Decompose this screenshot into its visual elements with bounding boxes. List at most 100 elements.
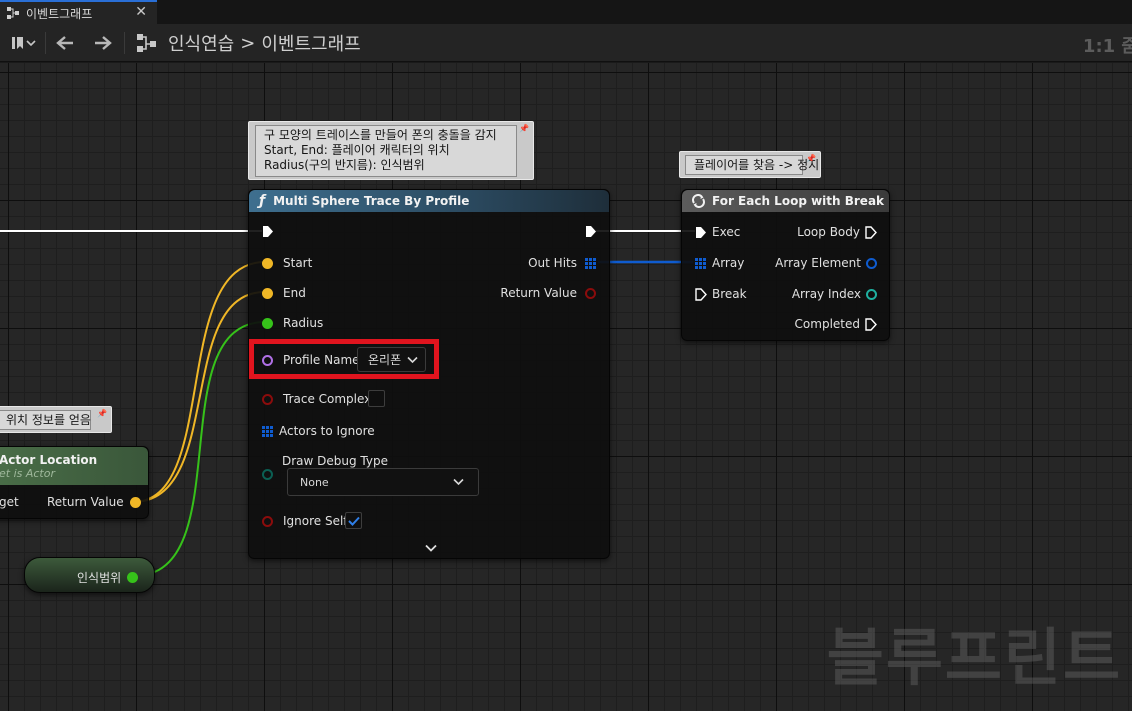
boolean-pin-icon[interactable] [585, 287, 596, 299]
close-icon[interactable]: ✕ [135, 4, 147, 20]
blueprint-watermark: 블루프린트 [826, 621, 1122, 694]
comment-line: 구 모양의 트레이스를 만들어 폰의 충돌을 감지 [264, 128, 497, 142]
pin-array[interactable]: Array [695, 256, 744, 270]
comment-line: Radius(구의 반지름): 인식범위 [264, 158, 425, 172]
array-pin-icon[interactable] [695, 257, 706, 269]
pin-label: Return Value [47, 495, 124, 509]
pin-icon[interactable]: 📌 [806, 154, 816, 163]
exec-out-pin-icon[interactable] [865, 317, 877, 331]
pin-ignore-self[interactable]: Ignore Self [262, 514, 348, 528]
vector-pin-icon[interactable] [262, 257, 273, 269]
boolean-pin-icon[interactable] [262, 393, 273, 405]
comment-loop[interactable]: 플레이어를 찾음 -> 정지 📌 [679, 151, 821, 178]
node-title: For Each Loop with Break [712, 194, 885, 208]
node-title: Actor Location [0, 452, 98, 467]
pin-trace-complex[interactable]: Trace Complex [262, 392, 371, 406]
pin-label: Exec [712, 225, 741, 239]
node-title: Multi Sphere Trace By Profile [273, 194, 470, 208]
integer-pin-icon[interactable] [866, 288, 877, 300]
float-pin-icon[interactable] [127, 572, 139, 583]
pin-label: End [283, 286, 306, 300]
breadcrumb: 인식연습 > 이벤트그래프 [136, 31, 361, 55]
pin-target[interactable]: get [0, 495, 19, 509]
pin-return-value[interactable]: Return Value [500, 286, 596, 300]
pin-icon[interactable]: 📌 [519, 124, 529, 133]
breadcrumb-item-graph[interactable]: 이벤트그래프 [261, 30, 360, 56]
pin-end[interactable]: End [262, 286, 306, 300]
zoom-level: 1:1 줌 [1082, 36, 1132, 57]
array-pin-icon[interactable] [262, 425, 273, 437]
exec-out-pin-icon[interactable] [585, 225, 597, 238]
pin-return-value[interactable]: Return Value [47, 495, 141, 509]
pin-label: Array [712, 256, 745, 270]
pin-label: Completed [794, 317, 860, 331]
exec-in-pin-icon[interactable] [262, 225, 274, 238]
tab-event-graph[interactable]: 이벤트그래프 ✕ [0, 0, 157, 24]
pin-draw-debug-type-label: Draw Debug Type [282, 454, 388, 468]
loop-icon [692, 194, 705, 208]
forward-button[interactable] [90, 31, 116, 55]
pin-label: Out Hits [528, 256, 577, 270]
exec-out-pin-icon[interactable] [865, 225, 877, 239]
toolbar: 인식연습 > 이벤트그래프 1:1 줌 [0, 24, 1132, 62]
pin-start[interactable]: Start [262, 256, 312, 270]
node-header: ƒ Multi Sphere Trace By Profile [249, 190, 609, 212]
toolbar-divider [45, 32, 46, 54]
node-subtitle: et is Actor [0, 466, 55, 480]
bookmark-icon [12, 37, 36, 49]
draw-debug-type-dropdown[interactable]: None [287, 468, 479, 496]
pin-actors-to-ignore[interactable]: Actors to Ignore [262, 424, 375, 438]
comment-location[interactable]: 위치 정보를 얻음 📌 [0, 406, 112, 433]
pin-exec[interactable]: Exec [695, 225, 740, 239]
pin-array-element[interactable]: Array Element [775, 256, 877, 270]
draw-debug-type-value: None [300, 475, 329, 489]
arrow-right-icon [95, 36, 112, 50]
variable-label: 인식범위 [77, 571, 122, 585]
comment-text: 플레이어를 찾음 -> 정지 [694, 158, 820, 172]
boolean-pin-icon[interactable] [262, 515, 273, 527]
ignore-self-checkbox[interactable] [345, 512, 362, 529]
pin-label: Draw Debug Type [282, 454, 388, 468]
chevron-down-icon [453, 478, 464, 486]
toolbar-divider [124, 32, 125, 54]
pin-label: Start [283, 256, 313, 270]
pin-break[interactable]: Break [695, 287, 747, 301]
vector-pin-icon[interactable] [129, 496, 141, 508]
breadcrumb-item-project[interactable]: 인식연습 [168, 30, 234, 56]
arrow-left-icon [56, 36, 73, 50]
float-pin-icon[interactable] [262, 317, 273, 329]
struct-pin-icon[interactable] [866, 257, 877, 269]
exec-in-pin-icon[interactable] [695, 226, 707, 239]
node-variable-radius[interactable]: 인식범위 [24, 557, 155, 593]
vector-pin-icon[interactable] [262, 287, 273, 299]
back-button[interactable] [52, 31, 78, 55]
exec-in-pin-icon[interactable] [695, 287, 707, 301]
comment-trace[interactable]: 구 모양의 트레이스를 만들어 폰의 충돌을 감지 Start, End: 플레… [248, 121, 534, 180]
tab-label: 이벤트그래프 [26, 6, 93, 21]
expand-chevron-icon[interactable] [425, 544, 437, 552]
bookmark-dropdown-button[interactable] [4, 31, 40, 55]
pin-radius[interactable]: Radius [262, 316, 323, 330]
enum-pin-icon[interactable] [262, 469, 273, 480]
array-pin-icon[interactable] [585, 257, 596, 269]
checkmark-icon [347, 516, 360, 526]
graph-icon [137, 34, 156, 52]
pin-label: Loop Body [797, 225, 860, 239]
pin-completed[interactable]: Completed [795, 317, 877, 331]
trace-complex-checkbox[interactable] [368, 390, 385, 407]
node-for-each-loop[interactable]: For Each Loop with Break Exec Array Brea… [681, 189, 890, 341]
node-get-actor-location[interactable]: Actor Location et is Actor get Return Va… [0, 446, 149, 519]
pin-array-index[interactable]: Array Index [792, 287, 877, 301]
pin-label: Radius [283, 316, 324, 330]
pin-label: Return Value [500, 286, 577, 300]
pin-icon[interactable]: 📌 [97, 409, 107, 418]
pin-loop-body[interactable]: Loop Body [797, 225, 877, 239]
pin-out-hits[interactable]: Out Hits [528, 256, 596, 270]
comment-line: Start, End: 플레이어 캐릭터의 위치 [264, 143, 450, 157]
pin-label: Ignore Self [283, 514, 348, 528]
pin-variable-out[interactable]: 인식범위 [77, 569, 139, 586]
pin-label: Break [712, 287, 747, 301]
pin-label: Trace Complex [283, 392, 372, 406]
comment-text: 위치 정보를 얻음 [6, 413, 91, 427]
highlight-box [249, 339, 439, 379]
